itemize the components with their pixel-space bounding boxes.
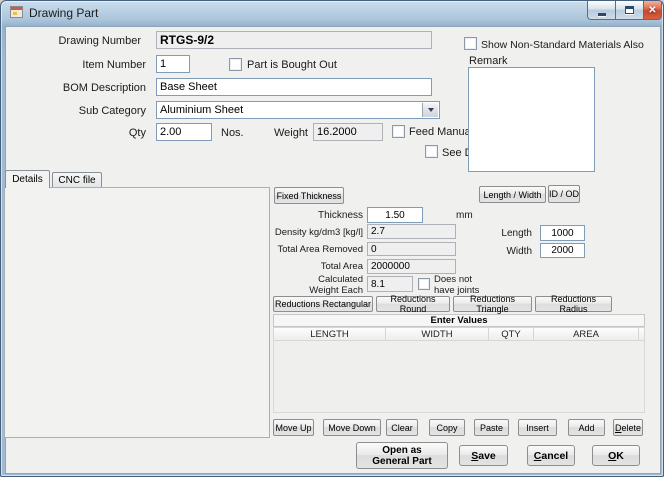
qty-unit-label: Nos. — [221, 127, 244, 139]
delete-rest: elete — [621, 423, 641, 433]
open-as-general-part-button[interactable]: Open as General Part — [356, 442, 448, 469]
item-number-field[interactable]: 1 — [156, 55, 190, 73]
reductions-radius-button[interactable]: Reductions Radius — [535, 296, 612, 312]
details-tab-page — [4, 187, 270, 438]
show-non-standard-checkbox[interactable] — [464, 37, 477, 50]
app-icon — [10, 6, 23, 18]
see-detail-checkbox[interactable] — [425, 145, 438, 158]
close-icon: ✕ — [648, 2, 656, 19]
delete-button[interactable]: Delete — [613, 419, 643, 436]
ok-button[interactable]: OK — [592, 445, 640, 466]
paste-button[interactable]: Paste — [474, 419, 509, 436]
does-not-have-joints-checkbox[interactable] — [418, 278, 430, 290]
bom-description-label: BOM Description — [63, 82, 146, 94]
density-field[interactable]: 2.7 — [367, 224, 456, 239]
sub-category-label: Sub Category — [79, 105, 146, 117]
part-is-bought-out-label: Part is Bought Out — [247, 59, 337, 71]
remark-textarea[interactable] — [468, 67, 595, 172]
fixed-thickness-button[interactable]: Fixed Thickness — [274, 187, 344, 204]
show-non-standard-label: Show Non-Standard Materials Also — [481, 39, 644, 51]
qty-label: Qty — [129, 127, 146, 139]
window-title: Drawing Part — [29, 6, 98, 20]
drawing-number-field[interactable]: RTGS-9/2 — [156, 31, 432, 49]
save-button[interactable]: Save — [459, 445, 508, 466]
column-header-area: AREA — [534, 327, 639, 341]
copy-button[interactable]: Copy — [429, 419, 465, 436]
density-label: Density kg/dm3 [kg/l] — [275, 227, 363, 238]
close-button[interactable]: ✕ — [644, 1, 662, 20]
item-number-label: Item Number — [82, 59, 146, 71]
cancel-rest: ancel — [541, 450, 568, 462]
save-rest: ave — [478, 450, 496, 462]
thickness-label: Thickness — [318, 210, 363, 221]
open-as-line2: General Part — [372, 456, 431, 467]
calculated-weight-each-field[interactable]: 8.1 — [367, 276, 413, 292]
column-header-filler — [639, 327, 645, 341]
enter-values-header-row: LENGTH WIDTH QTY AREA — [273, 327, 645, 341]
length-field[interactable]: 1000 — [540, 225, 585, 241]
calculated-label-line1: Calculated — [309, 274, 363, 285]
titlebar[interactable]: Drawing Part ✕ — [1, 1, 663, 26]
total-area-removed-label: Total Area Removed — [277, 244, 363, 255]
insert-button[interactable]: Insert — [518, 419, 557, 436]
reductions-round-button[interactable]: Reductions Round — [376, 296, 450, 312]
bom-description-field[interactable]: Base Sheet — [156, 78, 432, 96]
column-header-width: WIDTH — [386, 327, 489, 341]
weight-field[interactable]: 16.2000 — [313, 123, 383, 141]
part-is-bought-out-checkbox[interactable] — [229, 58, 242, 71]
thickness-field[interactable]: 1.50 — [367, 207, 423, 223]
reductions-triangle-button[interactable]: Reductions Triangle — [453, 296, 532, 312]
minimize-button[interactable] — [587, 1, 616, 20]
move-down-button[interactable]: Move Down — [323, 419, 381, 436]
weight-label: Weight — [274, 127, 308, 139]
sub-category-value: Aluminium Sheet — [160, 104, 243, 116]
drawing-part-dialog: Drawing Part ✕ Drawing Number RTGS-9/2 I… — [0, 0, 664, 477]
column-header-qty: QTY — [489, 327, 534, 341]
tab-cnc-file[interactable]: CNC file — [52, 172, 102, 188]
ok-rest: K — [616, 450, 624, 462]
tab-details[interactable]: Details — [5, 170, 50, 188]
total-area-label: Total Area — [321, 261, 363, 272]
maximize-icon — [625, 6, 634, 14]
total-area-removed-field[interactable]: 0 — [367, 242, 456, 256]
qty-field[interactable]: 2.00 — [156, 123, 212, 141]
does-not-have-joints-label: Does not have joints — [434, 274, 479, 296]
clear-button[interactable]: Clear — [386, 419, 418, 436]
enter-values-caption: Enter Values — [273, 314, 645, 327]
dropdown-button[interactable] — [422, 103, 438, 117]
open-as-line1: Open as — [382, 445, 421, 456]
maximize-button[interactable] — [616, 1, 644, 20]
enter-values-table-body[interactable] — [273, 341, 645, 413]
add-button[interactable]: Add — [568, 419, 605, 436]
chevron-down-icon — [428, 108, 434, 112]
width-label: Width — [506, 246, 532, 257]
thickness-unit-label: mm — [456, 210, 473, 221]
move-up-button[interactable]: Move Up — [273, 419, 314, 436]
feed-manual-weight-checkbox[interactable] — [392, 125, 405, 138]
length-width-button[interactable]: Length / Width — [479, 186, 546, 203]
width-field[interactable]: 2000 — [540, 243, 585, 258]
calculated-label-line2: Weight Each — [309, 285, 363, 296]
calculated-weight-each-label: Calculated Weight Each — [309, 274, 363, 296]
id-od-button[interactable]: ID / OD — [548, 185, 580, 203]
cancel-button[interactable]: Cancel — [527, 445, 575, 466]
joints-label-line1: Does not — [434, 274, 479, 285]
total-area-field[interactable]: 2000000 — [367, 259, 456, 274]
remark-label: Remark — [469, 55, 508, 67]
reductions-rectangular-button[interactable]: Reductions Rectangular — [273, 296, 373, 312]
drawing-number-label: Drawing Number — [58, 35, 141, 47]
sub-category-dropdown[interactable]: Aluminium Sheet — [156, 101, 440, 119]
minimize-icon — [598, 13, 606, 16]
column-header-length: LENGTH — [273, 327, 386, 341]
length-label: Length — [501, 228, 532, 239]
